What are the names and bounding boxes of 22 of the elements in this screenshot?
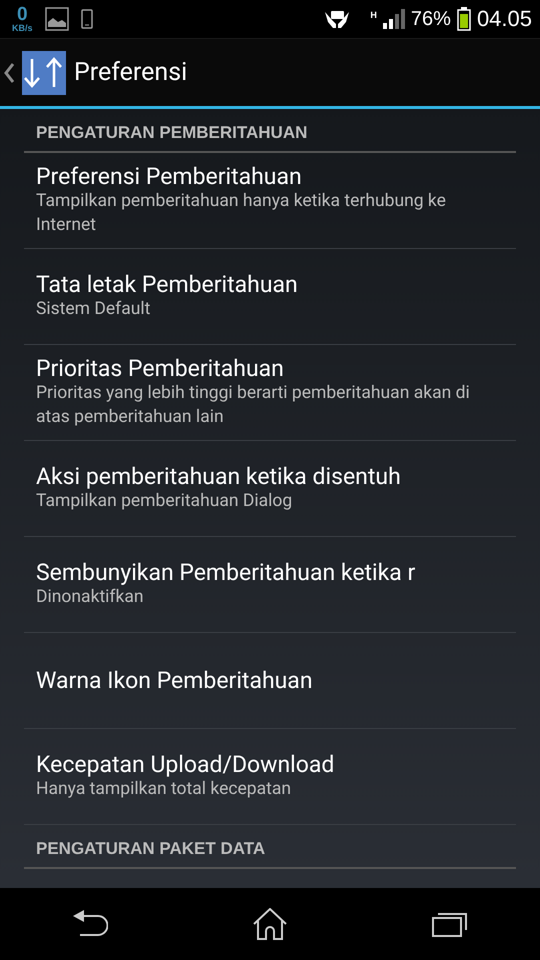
caret-icon (4, 62, 14, 82)
preference-item[interactable]: Aksi pemberitahuan ketika disentuh Tampilkan pemberitahuan Dialog (24, 441, 516, 537)
preference-item[interactable]: Preferensi Pemberitahuan Tampilkan pemberitahuan hanya ketika terhubung ke Internet (24, 153, 516, 249)
preference-item[interactable]: Prioritas Pemberitahuan Prioritas yang lebih tinggi berarti pemberitahuan akan di atas pemberitahuan lain (24, 345, 516, 441)
preference-item[interactable]: Sembunyikan Pemberitahuan ketika r Dinonaktifkan (24, 537, 516, 633)
phone-icon (80, 9, 93, 29)
speed-unit: KB/s (12, 24, 33, 33)
speed-value: 0 (16, 5, 28, 24)
battery-percent: 76% (410, 8, 451, 30)
preference-item[interactable]: Tata letak Pemberitahuan Sistem Default (24, 249, 516, 345)
image-icon (44, 7, 69, 31)
battery-icon (456, 7, 471, 31)
signal-icon (382, 9, 405, 29)
section-header: PENGATURAN PEMBERITAHUAN (24, 109, 516, 153)
clock: 04.05 (476, 6, 532, 32)
hands-icon (324, 8, 350, 30)
preference-item[interactable]: Warna Ikon Pemberitahuan (24, 633, 516, 729)
screen-title: Preferensi (74, 58, 188, 87)
app-icon (22, 50, 66, 94)
section-header: PENGATURAN PAKET DATA (24, 825, 516, 869)
preference-item[interactable]: Kecepatan Upload/Download Hanya tampilkan total kecepatan (24, 729, 516, 825)
network-type: H (370, 10, 377, 20)
